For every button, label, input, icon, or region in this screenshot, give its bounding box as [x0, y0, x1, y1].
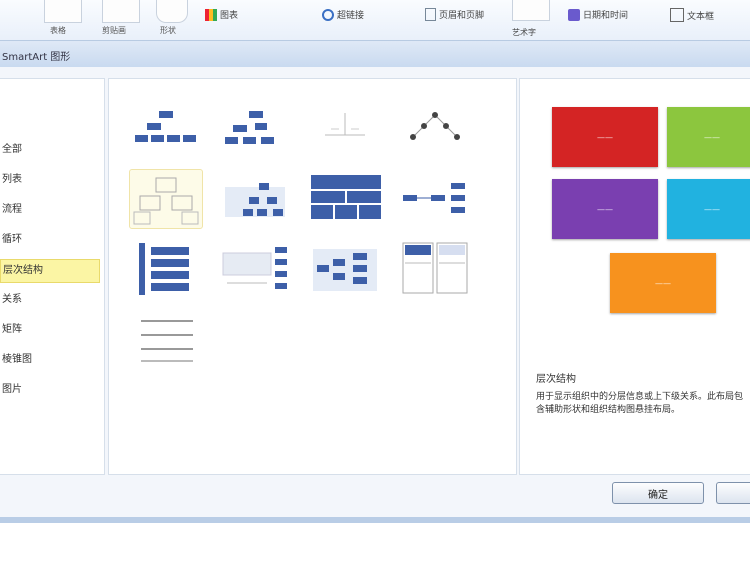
cancel-button[interactable]: [716, 482, 750, 504]
ribbon: 表格 剪贴画 形状 图表 超链接 页眉和页脚 艺术字 日期和时间 文本框: [0, 0, 750, 41]
layout-gallery: [108, 78, 517, 475]
clipart-caption: 剪贴画: [102, 26, 126, 35]
textbox-icon: [670, 8, 684, 22]
category-list: 全部 列表 流程 循环 层次结构 关系 矩阵 棱锥图 图片: [0, 78, 105, 475]
org-chart-icon: [135, 111, 196, 142]
ribbon-textbox[interactable]: 文本框: [670, 8, 714, 22]
horizontal-hierarchy-icon: [403, 183, 465, 213]
layout-circle-picture-hierarchy[interactable]: [399, 99, 471, 157]
preview-pane: —— —— —— —— —— 层次结构 用于显示组织中的分层信息或上下级关系。此…: [519, 78, 750, 475]
layout-name-title-org[interactable]: [219, 99, 291, 157]
layout-org-chart[interactable]: [129, 99, 201, 157]
table-icon[interactable]: [44, 0, 82, 23]
layout-horizontal-multi-level[interactable]: [309, 239, 381, 297]
dialog-title: SmartArt 图形: [2, 52, 71, 63]
category-relationship[interactable]: 关系: [0, 289, 98, 311]
category-picture[interactable]: 图片: [0, 379, 98, 401]
table-list-icon: [402, 242, 468, 294]
name-title-org-icon: [225, 111, 274, 144]
datetime-icon: [568, 8, 580, 21]
architecture-icon: [141, 320, 193, 362]
dialog-titlebar: SmartArt 图形: [0, 41, 750, 67]
labeled-hierarchy-icon: [225, 183, 285, 217]
layout-table-hierarchy[interactable]: [309, 169, 381, 227]
category-all[interactable]: 全部: [0, 139, 98, 161]
table-hierarchy-icon: [311, 175, 381, 219]
layout-hierarchy-list[interactable]: [129, 239, 201, 297]
description-title: 层次结构: [536, 374, 576, 385]
circle-hierarchy-icon: [410, 112, 460, 140]
category-list-type[interactable]: 列表: [0, 169, 98, 191]
dialog-bottom-edge: [0, 517, 750, 523]
layout-hierarchy[interactable]: [129, 169, 203, 229]
header-footer-label: 页眉和页脚: [439, 11, 485, 21]
preview-box-purple: ——: [552, 179, 658, 239]
multi-level-icon: [313, 249, 377, 291]
datetime-label: 日期和时间: [583, 11, 629, 21]
wordart-icon: [512, 0, 550, 21]
ribbon-chart[interactable]: 图表: [205, 8, 238, 21]
layout-table-list[interactable]: [399, 239, 471, 297]
shapes-caption: 形状: [160, 26, 176, 35]
category-process[interactable]: 流程: [0, 199, 98, 221]
layout-lined-list[interactable]: [219, 239, 291, 297]
hierarchy-icon: [133, 177, 199, 225]
preview-box-orange: ——: [610, 253, 716, 313]
layout-labeled-hierarchy[interactable]: [219, 169, 291, 227]
ok-button[interactable]: 确定: [612, 482, 704, 504]
category-cycle[interactable]: 循环: [0, 229, 98, 251]
preview-box-red: ——: [552, 107, 658, 167]
smartart-dialog: SmartArt 图形 全部 列表 流程 循环 层次结构 关系 矩阵 棱锥图 图…: [0, 40, 750, 523]
table-caption: 表格: [50, 26, 66, 35]
header-footer-icon: [425, 8, 436, 21]
layout-architecture[interactable]: [129, 309, 201, 367]
preview-box-blue: ——: [667, 179, 750, 239]
category-hierarchy[interactable]: 层次结构: [0, 259, 100, 283]
lined-list-icon: [222, 247, 287, 289]
wordart-label: 艺术字: [512, 28, 536, 37]
half-circle-org-icon: [325, 113, 365, 136]
hyperlink-label: 超链接: [337, 11, 365, 21]
hyperlink-icon: [322, 8, 334, 21]
textbox-label: 文本框: [687, 11, 715, 22]
layout-horizontal-hierarchy[interactable]: [399, 169, 471, 227]
clipart-icon[interactable]: [102, 0, 140, 23]
description-text: 用于显示组织中的分层信息或上下级关系。此布局包含辅助形状和组织结构图悬挂布局。: [536, 392, 744, 415]
ribbon-hyperlink[interactable]: 超链接: [322, 8, 364, 21]
preview-box-green: ——: [667, 107, 750, 167]
chart-icon: [205, 8, 217, 21]
hierarchy-list-icon: [139, 243, 189, 295]
ribbon-datetime[interactable]: 日期和时间: [568, 8, 628, 21]
category-pyramid[interactable]: 棱锥图: [0, 349, 98, 371]
category-matrix[interactable]: 矩阵: [0, 319, 98, 341]
ribbon-wordart[interactable]: 艺术字: [512, 0, 550, 37]
ribbon-header-footer[interactable]: 页眉和页脚: [425, 8, 484, 21]
chart-label: 图表: [220, 11, 239, 21]
layout-half-circle-org[interactable]: [309, 99, 381, 157]
shapes-icon[interactable]: [156, 0, 188, 23]
